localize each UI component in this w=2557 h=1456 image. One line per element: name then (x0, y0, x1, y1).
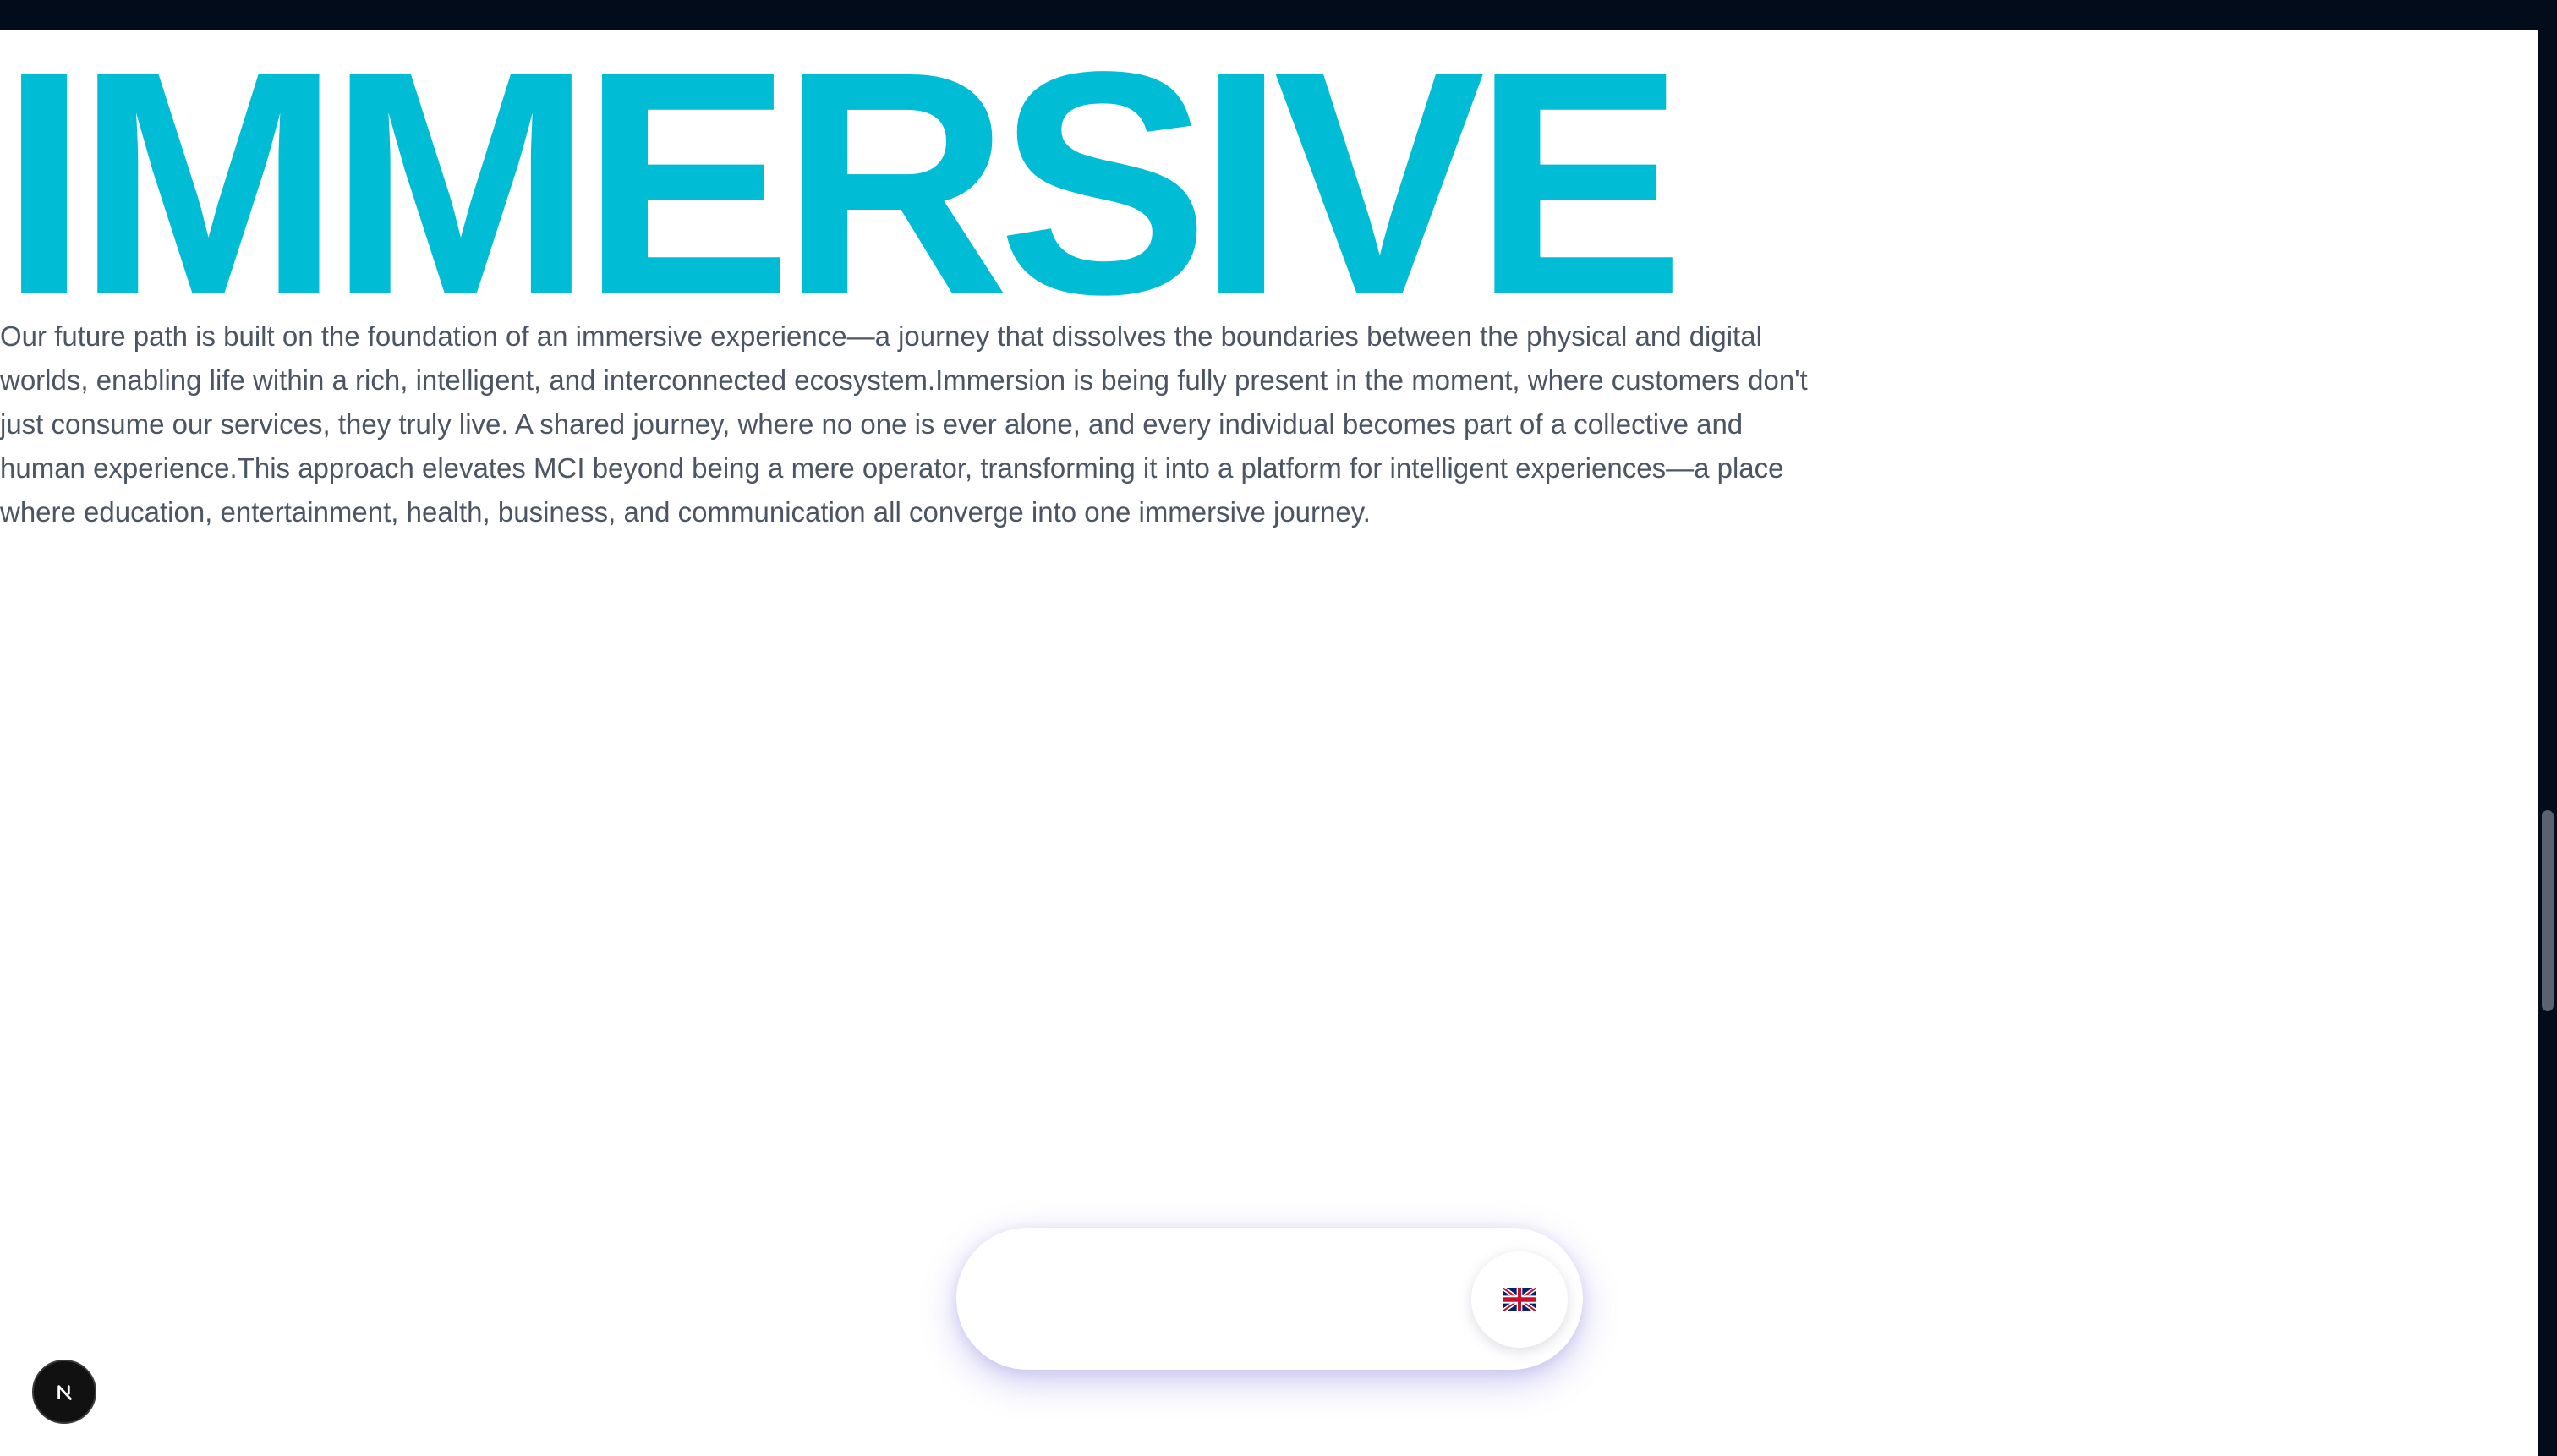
page: IMMERSIVE Our future path is built on th… (0, 0, 2557, 1456)
scrollbar-thumb[interactable] (2542, 810, 2554, 1011)
uk-flag-icon (1503, 1288, 1536, 1311)
next-dev-tools-button[interactable] (32, 1360, 96, 1424)
hero-title: IMMERSIVE (0, 7, 1684, 360)
hero-description: Our future path is built on the foundati… (0, 320, 1808, 528)
next-js-icon (57, 1385, 72, 1400)
language-switcher-button[interactable] (1471, 1251, 1568, 1348)
vertical-scrollbar[interactable] (2538, 30, 2557, 1456)
